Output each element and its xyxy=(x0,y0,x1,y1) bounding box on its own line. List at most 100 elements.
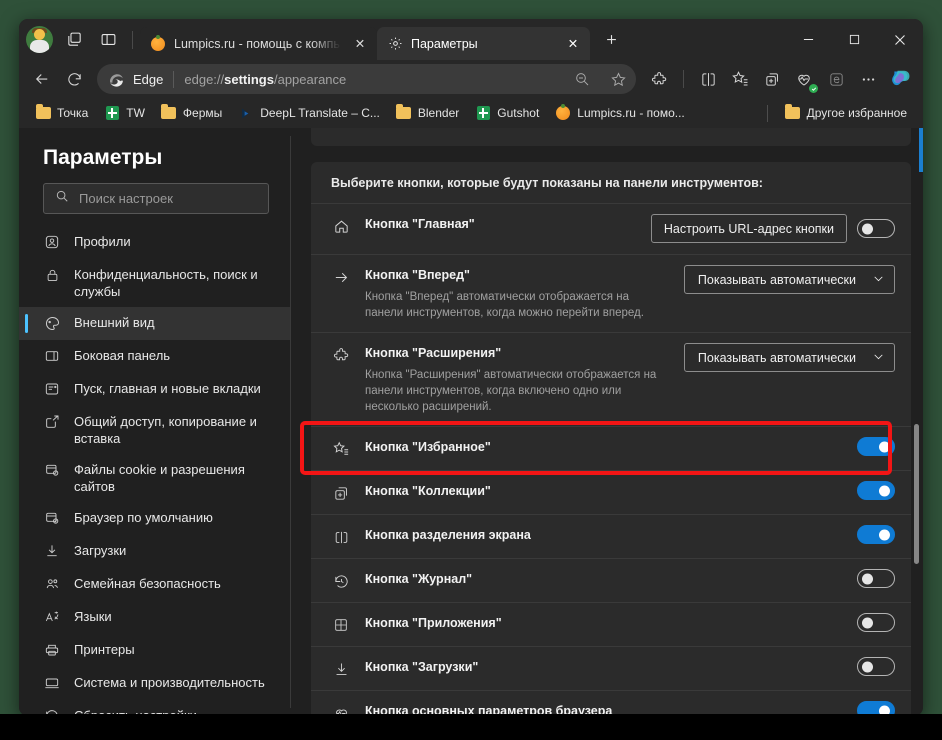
sidebar-item-cookies[interactable]: Файлы cookie и разрешения сайтов xyxy=(19,454,291,502)
browser-essentials-icon[interactable] xyxy=(789,64,819,94)
sidebar-item-privacy[interactable]: Конфиденциальность, поиск и службы xyxy=(19,259,291,307)
profile-avatar[interactable] xyxy=(26,26,53,53)
row-label: Кнопка основных параметров браузера xyxy=(365,704,613,716)
new-tab-button[interactable] xyxy=(596,25,626,55)
bookmark-gutshot[interactable]: Gutshot xyxy=(468,102,546,124)
row-label: Кнопка "Загрузки" xyxy=(365,660,479,674)
url-bold: settings xyxy=(224,71,274,87)
bookmark-fermy[interactable]: Фермы xyxy=(154,102,229,124)
row-home-button[interactable]: Кнопка "Главная" Настроить URL-адрес кно… xyxy=(311,203,911,254)
sidebar-item-printers[interactable]: Принтеры xyxy=(19,634,291,667)
sidebar-item-label: Система и производительность xyxy=(74,675,265,690)
split-screen-button-toggle[interactable] xyxy=(857,525,895,544)
star-icon[interactable] xyxy=(604,66,632,92)
copilot-icon[interactable] xyxy=(887,65,915,93)
chevron-down-icon xyxy=(872,272,885,288)
start-home-icon xyxy=(43,380,61,398)
reset-icon xyxy=(43,707,61,716)
row-controls xyxy=(847,481,895,500)
forward-button-dropdown[interactable]: Показывать автоматически xyxy=(683,265,895,294)
collections-icon[interactable] xyxy=(757,64,787,94)
row-history-button[interactable]: Кнопка "Журнал" xyxy=(311,558,911,602)
maximize-button[interactable] xyxy=(831,19,877,60)
settings-main-content: Выберите кнопки, которые будут показаны … xyxy=(291,128,923,716)
row-controls xyxy=(847,657,895,676)
bookmark-label: TW xyxy=(126,106,145,120)
row-extensions-button[interactable]: Кнопка "Расширения" Кнопка "Расширения" … xyxy=(311,332,911,426)
browser-essentials-button-toggle[interactable] xyxy=(857,701,895,716)
history-button-toggle[interactable] xyxy=(857,569,895,588)
tab-actions-icon[interactable] xyxy=(57,25,91,55)
sidebar-item-downloads[interactable]: Загрузки xyxy=(19,535,291,568)
section-heading: Выберите кнопки, которые будут показаны … xyxy=(331,176,763,190)
orange-icon xyxy=(555,104,571,121)
sidebar-item-reset[interactable]: Сбросить настройки xyxy=(19,700,291,716)
tab-title: Lumpics.ru - помощь с компьютер xyxy=(174,36,341,51)
sidebar-item-system[interactable]: Система и производительность xyxy=(19,667,291,700)
sheet-icon xyxy=(104,105,120,121)
row-forward-button[interactable]: Кнопка "Вперед" Кнопка "Вперед" автомати… xyxy=(311,254,911,332)
extensions-button-dropdown[interactable]: Показывать автоматически xyxy=(683,343,895,372)
split-screen-icon[interactable] xyxy=(693,64,723,94)
favorites-button-toggle[interactable] xyxy=(857,437,895,456)
sidebar-item-share[interactable]: Общий доступ, копирование и вставка xyxy=(19,406,291,454)
cookie-icon xyxy=(43,461,61,479)
bookmark-deepl[interactable]: DeepL Translate – C... xyxy=(231,102,387,124)
page-edge-scrollbar[interactable] xyxy=(919,128,923,172)
close-icon[interactable]: ✕ xyxy=(349,33,371,55)
row-controls: Показывать автоматически xyxy=(674,343,895,372)
zoom-out-icon[interactable] xyxy=(568,66,596,92)
sidebar-item-sidebar[interactable]: Боковая панель xyxy=(19,340,291,373)
row-body: Кнопка "Главная" xyxy=(351,215,641,234)
row-body: Кнопка "Расширения" Кнопка "Расширения" … xyxy=(351,344,674,415)
other-favorites-button[interactable]: Другое избранное xyxy=(778,102,914,124)
bookmark-tw[interactable]: TW xyxy=(97,102,152,124)
row-favorites-button[interactable]: Кнопка "Избранное" xyxy=(311,426,911,470)
sidebar-item-label: Внешний вид xyxy=(74,315,155,330)
ie-mode-icon[interactable] xyxy=(821,64,851,94)
content-scrollbar[interactable] xyxy=(910,128,923,716)
sidebar-item-languages[interactable]: Языки xyxy=(19,601,291,634)
sidebar-item-profiles[interactable]: Профили xyxy=(19,226,291,259)
home-button-toggle[interactable] xyxy=(857,219,895,238)
row-apps-button[interactable]: Кнопка "Приложения" xyxy=(311,602,911,646)
downloads-button-toggle[interactable] xyxy=(857,657,895,676)
row-collections-button[interactable]: Кнопка "Коллекции" xyxy=(311,470,911,514)
close-icon[interactable]: ✕ xyxy=(562,33,584,55)
more-dots-icon[interactable] xyxy=(853,64,883,94)
tab-parameters[interactable]: Параметры ✕ xyxy=(377,27,590,60)
close-window-button[interactable] xyxy=(877,19,923,60)
deepl-icon xyxy=(238,105,254,121)
row-split-screen-button[interactable]: Кнопка разделения экрана xyxy=(311,514,911,558)
sidebar-item-default-browser[interactable]: Браузер по умолчанию xyxy=(19,502,291,535)
browser-toolbar: Edge edge://settings/appearance xyxy=(19,60,923,98)
scrollbar-thumb[interactable] xyxy=(914,424,919,564)
address-bar[interactable]: Edge edge://settings/appearance xyxy=(97,64,636,94)
row-browser-essentials-button[interactable]: Кнопка основных параметров браузера xyxy=(311,690,911,716)
collections-button-toggle[interactable] xyxy=(857,481,895,500)
search-input[interactable]: Поиск настроек xyxy=(43,183,269,214)
sidebar-item-family[interactable]: Семейная безопасность xyxy=(19,568,291,601)
settings-sidebar: Параметры Поиск настроек Профили Конфиде… xyxy=(19,128,291,716)
favorites-icon[interactable] xyxy=(725,64,755,94)
row-downloads-button[interactable]: Кнопка "Загрузки" xyxy=(311,646,911,690)
minimize-button[interactable] xyxy=(785,19,831,60)
sidebar-item-label: Языки xyxy=(74,609,112,624)
apps-button-toggle[interactable] xyxy=(857,613,895,632)
bookmark-blender[interactable]: Blender xyxy=(389,102,466,124)
bookmark-lumpics[interactable]: Lumpics.ru - помо... xyxy=(548,102,691,124)
back-button[interactable] xyxy=(27,64,57,94)
configure-home-url-button[interactable]: Настроить URL-адрес кнопки xyxy=(650,214,847,243)
sidebar-item-appearance[interactable]: Внешний вид xyxy=(19,307,291,340)
sidebar-item-start-home[interactable]: Пуск, главная и новые вкладки xyxy=(19,373,291,406)
sidebar-item-label: Профили xyxy=(74,234,131,249)
tab-layout-icon[interactable] xyxy=(91,25,125,55)
row-controls xyxy=(847,701,895,716)
refresh-button[interactable] xyxy=(59,64,89,94)
sidebar-item-label: Файлы cookie и разрешения сайтов xyxy=(74,462,245,494)
bookmark-tochka[interactable]: Точка xyxy=(28,102,95,124)
extensions-puzzle-icon[interactable] xyxy=(644,64,674,94)
tab-lumpics[interactable]: Lumpics.ru - помощь с компьютер ✕ xyxy=(140,27,377,60)
collections-icon xyxy=(331,483,351,503)
row-description: Кнопка "Вперед" автоматически отображает… xyxy=(365,291,644,319)
